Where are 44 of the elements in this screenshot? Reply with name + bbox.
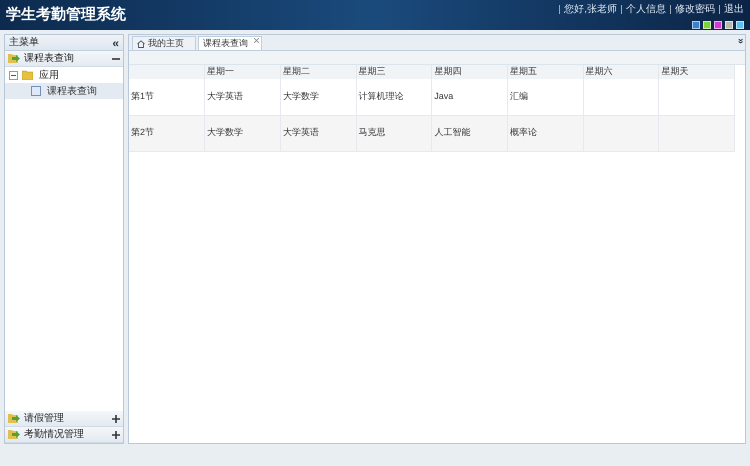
tree-item[interactable]: 应用: [37, 68, 61, 82]
table-cell: 大学数学: [207, 127, 244, 138]
sidebar-title: 主菜单: [9, 36, 39, 50]
close-icon[interactable]: [254, 38, 259, 43]
panel-title: 课程表查询: [24, 52, 75, 66]
table-cell: 人工智能: [434, 127, 470, 138]
table-cell: 马克思: [358, 127, 386, 138]
theme-swatch[interactable]: [725, 21, 733, 29]
plus-icon[interactable]: [112, 414, 120, 422]
theme-swatch[interactable]: [692, 21, 700, 29]
table-cell: 第2节: [131, 127, 154, 138]
table-cell: 汇编: [510, 91, 528, 101]
tab[interactable]: 我的主页: [132, 36, 196, 50]
table-cell: 计算机理论: [358, 91, 404, 101]
table-cell: 大学英语: [207, 91, 244, 101]
header-link[interactable]: 修改密码: [675, 2, 715, 17]
tab-menu-button[interactable]: »: [735, 38, 746, 44]
theme-swatch[interactable]: [714, 21, 722, 29]
collapse-sidebar-button[interactable]: «: [112, 36, 119, 48]
table-cell: 第1节: [131, 91, 154, 101]
tab[interactable]: 课程表查询: [198, 36, 262, 50]
accordion-header[interactable]: 请假管理: [5, 411, 123, 427]
panel-title: 请假管理: [24, 412, 65, 426]
header-link[interactable]: 退出: [724, 2, 744, 17]
folder-icon: [22, 70, 33, 80]
folder-arrow-icon: [8, 429, 20, 440]
plus-icon[interactable]: [112, 430, 120, 438]
header-link[interactable]: 个人信息: [626, 2, 666, 17]
tree-toggle[interactable]: [9, 70, 18, 80]
header-link[interactable]: 您好,张老师: [564, 2, 617, 17]
panel-title: 考勤情况管理: [24, 428, 85, 442]
table-cell: 大学数学: [282, 91, 319, 101]
accordion-header[interactable]: 课程表查询: [5, 51, 123, 67]
page-icon: [31, 86, 41, 96]
accordion-header[interactable]: 考勤情况管理: [5, 427, 123, 443]
table-cell: 大学英语: [282, 127, 319, 138]
theme-swatch[interactable]: [736, 21, 744, 29]
home-icon: [137, 40, 145, 48]
table-cell: Java: [434, 91, 454, 101]
theme-swatch[interactable]: [703, 21, 711, 29]
folder-arrow-icon: [8, 53, 20, 64]
folder-arrow-icon: [8, 413, 20, 424]
app-title: 学生考勤管理系统: [6, 5, 126, 25]
table-cell: 概率论: [510, 127, 537, 138]
